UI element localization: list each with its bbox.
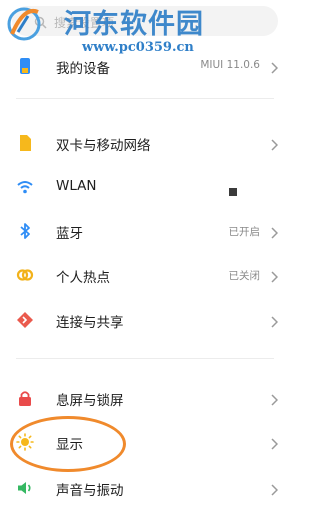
row-label: 双卡与移动网络 bbox=[56, 138, 151, 154]
chevron-right-icon bbox=[270, 313, 279, 332]
sim-card-icon bbox=[16, 134, 34, 152]
phone-icon bbox=[16, 57, 34, 75]
connection-share-icon bbox=[16, 311, 34, 329]
speaker-icon bbox=[16, 479, 34, 497]
watermark-logo-icon bbox=[4, 4, 44, 48]
row-label: WLAN bbox=[56, 178, 97, 194]
settings-row-hotspot[interactable]: 个人热点 已关闭 bbox=[0, 253, 290, 297]
settings-row-bluetooth[interactable]: 蓝牙 已开启 bbox=[0, 209, 290, 253]
row-label: 连接与共享 bbox=[56, 315, 124, 331]
row-label: 我的设备 bbox=[56, 61, 110, 77]
chevron-right-icon bbox=[270, 481, 279, 500]
row-label: 蓝牙 bbox=[56, 226, 83, 242]
wifi-icon bbox=[16, 178, 34, 196]
row-label: 个人热点 bbox=[56, 270, 110, 286]
chevron-right-icon bbox=[270, 224, 279, 243]
settings-row-sim-network[interactable]: 双卡与移动网络 bbox=[0, 121, 290, 165]
row-value: 已开启 bbox=[228, 226, 261, 238]
row-value: 已关闭 bbox=[228, 270, 261, 282]
top-bar: 搜索设置项 河东软件园 www.pc0359.cn bbox=[0, 0, 290, 55]
settings-row-lock-screen[interactable]: 息屏与锁屏 bbox=[0, 376, 290, 420]
settings-row-my-device[interactable]: 我的设备 MIUI 11.0.6 bbox=[0, 44, 290, 88]
chevron-right-icon bbox=[270, 391, 279, 410]
chevron-right-icon bbox=[270, 59, 279, 78]
settings-row-connection-share[interactable]: 连接与共享 bbox=[0, 298, 290, 342]
chevron-right-icon bbox=[270, 136, 279, 155]
row-label: 声音与振动 bbox=[56, 483, 124, 499]
chevron-right-icon bbox=[270, 268, 279, 287]
row-value: MIUI 11.0.6 bbox=[200, 59, 260, 71]
row-label: 息屏与锁屏 bbox=[56, 393, 124, 409]
section-divider bbox=[16, 358, 274, 359]
marker-square bbox=[229, 188, 237, 196]
settings-row-wlan[interactable]: WLAN bbox=[0, 165, 290, 209]
hotspot-icon bbox=[16, 266, 34, 284]
lock-icon bbox=[16, 389, 34, 407]
chevron-right-icon bbox=[270, 435, 279, 454]
highlight-ellipse-annotation bbox=[10, 416, 126, 472]
section-divider bbox=[16, 98, 274, 99]
settings-row-sound[interactable]: 声音与振动 bbox=[0, 466, 290, 510]
watermark-title: 河东软件园 bbox=[64, 9, 204, 40]
bluetooth-icon bbox=[16, 222, 34, 240]
